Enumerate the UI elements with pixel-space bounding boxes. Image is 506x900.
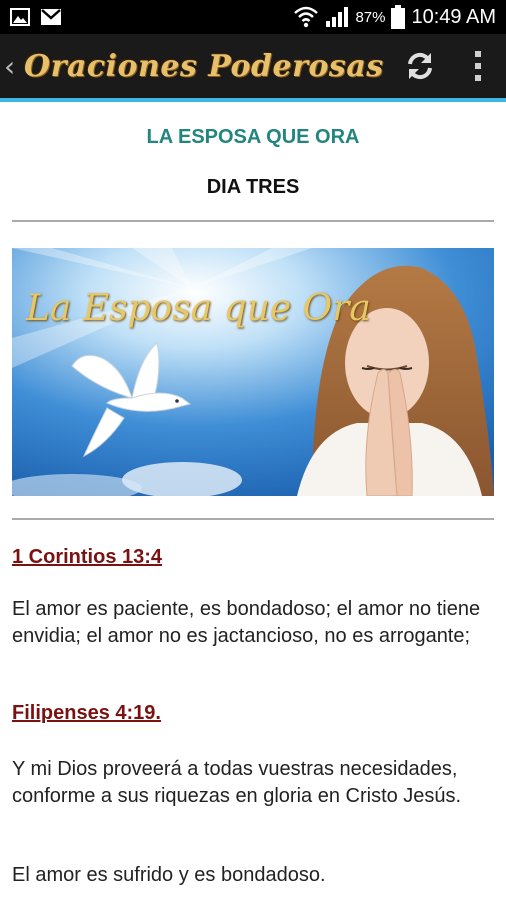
wifi-icon	[293, 5, 319, 29]
page-heading: LA ESPOSA QUE ORA	[146, 126, 360, 148]
divider	[12, 220, 494, 222]
overflow-menu-button[interactable]	[450, 36, 506, 96]
battery-icon	[391, 5, 406, 29]
banner-caption: La Esposa que Ora	[26, 288, 371, 329]
back-chevron-icon[interactable]: ‹	[0, 50, 22, 83]
article-content[interactable]: LA ESPOSA QUE ORA DIA TRES La Esposa que…	[0, 102, 506, 900]
image-icon	[10, 8, 30, 26]
closing-text: El amor es sufrido y es bondadoso.	[12, 864, 326, 886]
clock: 10:49 AM	[411, 5, 496, 28]
app-title[interactable]: Oraciones Poderosas	[24, 49, 384, 84]
verse-reference-link[interactable]: 1 Corintios 13:4	[12, 546, 162, 569]
signal-icon	[325, 6, 349, 28]
divider	[12, 518, 494, 520]
refresh-icon	[408, 52, 432, 80]
banner-image: La Esposa que Ora	[12, 248, 494, 496]
gmail-icon	[40, 8, 62, 26]
verse-reference-link[interactable]: Filipenses 4:19.	[12, 702, 161, 725]
battery-percent: 87%	[355, 8, 386, 26]
verse-text: Y mi Dios proveerá a todas vuestras nece…	[12, 758, 462, 807]
verse-text: El amor es paciente, es bondadoso; el am…	[12, 598, 481, 647]
status-bar: 87% 10:49 AM	[0, 0, 506, 34]
action-bar: ‹ Oraciones Poderosas	[0, 34, 506, 102]
overflow-menu-icon	[475, 51, 481, 81]
day-title: DIA TRES	[206, 176, 300, 198]
refresh-button[interactable]	[390, 36, 450, 96]
